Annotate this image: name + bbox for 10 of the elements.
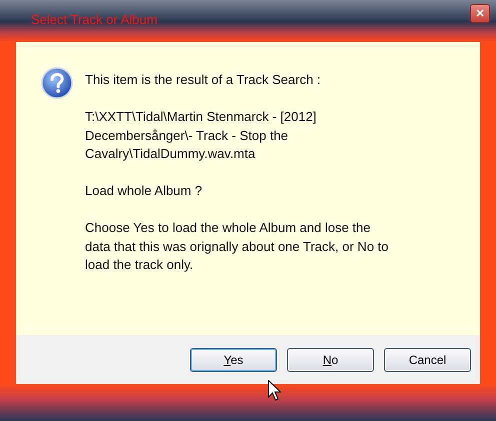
message-text: Choose Yes to load the whole Album and lose the data that this was orignally about one Track, or No to load the track only. [85, 219, 389, 274]
dialog-button[interactable]: No [287, 348, 374, 372]
pointer-icon [268, 380, 281, 401]
question-icon [41, 67, 73, 99]
message-text: Load whole Album ? [85, 182, 204, 200]
message-text: T:\XXTT\Tidal\Martin Stenmarck - [2012] Decembersånger\- Track - Stop the Cavalry\TidalDummy.wav.mta [85, 108, 318, 163]
message-text: This item is the result of a Track Search : [85, 71, 322, 89]
dialog-button[interactable]: Yes [190, 348, 277, 372]
dialog-button[interactable]: Cancel [384, 348, 471, 372]
window-title: Select Track or Album [31, 12, 158, 27]
